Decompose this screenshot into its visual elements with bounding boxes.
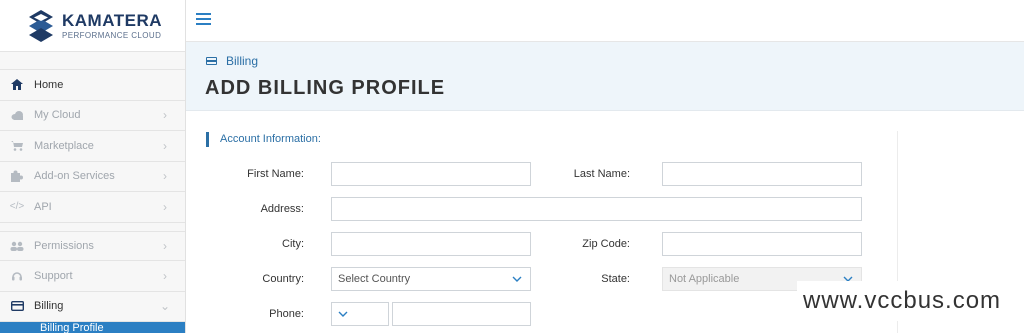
sidebar-item-permissions[interactable]: Permissions › (0, 230, 185, 261)
credit-card-icon (206, 57, 217, 65)
chevron-right-icon: › (163, 199, 167, 214)
address-label: Address: (260, 203, 304, 215)
credit-card-icon (10, 299, 24, 313)
chevron-right-icon: › (163, 268, 167, 283)
breadcrumb-label[interactable]: Billing (226, 54, 258, 68)
puzzle-icon (10, 169, 24, 183)
sidebar-item-api[interactable]: </> API › (0, 192, 185, 223)
sidebar-item-label: Support (34, 269, 73, 282)
watermark-text: www.vccbus.com (797, 281, 1024, 321)
sidebar-item-label: API (34, 200, 52, 213)
sidebar: KAMATERA PERFORMANCE CLOUD Home My Cloud… (0, 0, 186, 333)
first-name-field[interactable] (331, 162, 531, 186)
city-field[interactable] (331, 232, 531, 256)
country-select-value: Select Country (338, 273, 411, 285)
page-header: Billing ADD BILLING PROFILE (186, 42, 1024, 111)
sidebar-item-label: Home (34, 78, 64, 91)
chevron-right-icon: › (163, 108, 167, 123)
sidebar-item-billing[interactable]: Billing ⌄ (0, 291, 185, 322)
country-select[interactable]: Select Country (331, 267, 531, 291)
sidebar-item-label: Marketplace (34, 139, 94, 152)
sidebar-subitem-label: Billing Profile (40, 322, 104, 333)
chevron-down-icon (338, 303, 348, 333)
chevron-right-icon: › (163, 238, 167, 253)
users-icon (10, 239, 24, 253)
chevron-right-icon: › (163, 138, 167, 153)
section-title: Account Information: (206, 132, 321, 147)
breadcrumb: Billing (206, 54, 258, 68)
city-label: City: (282, 238, 304, 250)
headset-icon (10, 269, 24, 283)
phone-country-code-select[interactable] (331, 302, 389, 326)
chevron-down-icon: ⌄ (159, 299, 171, 314)
sidebar-item-label: Billing (34, 300, 64, 313)
kamatera-logo-icon (29, 9, 53, 42)
sidebar-item-marketplace[interactable]: Marketplace › (0, 131, 185, 162)
sidebar-item-support[interactable]: Support › (0, 261, 185, 292)
country-label: Country: (262, 273, 304, 285)
sidebar-item-label: Permissions (34, 239, 94, 252)
sidebar-item-home[interactable]: Home (0, 70, 185, 101)
state-select-value: Not Applicable (669, 273, 740, 285)
last-name-field[interactable] (662, 162, 862, 186)
home-icon (10, 78, 24, 92)
chevron-down-icon (512, 268, 522, 299)
phone-number-field[interactable] (392, 302, 531, 326)
code-icon: </> (9, 201, 25, 213)
zip-code-label: Zip Code: (582, 238, 630, 250)
sidebar-spacer (0, 52, 185, 70)
brand-tagline: PERFORMANCE CLOUD (62, 30, 162, 40)
brand-name: KAMATERA (62, 10, 163, 30)
cloud-icon (10, 108, 24, 122)
brand-logo[interactable]: KAMATERA PERFORMANCE CLOUD (0, 0, 185, 52)
sidebar-item-add-on-services[interactable]: Add-on Services › (0, 161, 185, 192)
app-window: KAMATERA PERFORMANCE CLOUD Home My Cloud… (0, 0, 1024, 333)
top-bar (186, 0, 1024, 42)
sidebar-item-label: Add-on Services (34, 170, 115, 183)
chevron-right-icon: › (163, 169, 167, 184)
cart-icon (10, 139, 24, 153)
state-label: State: (601, 273, 630, 285)
sidebar-item-label: My Cloud (34, 109, 81, 122)
phone-label: Phone: (269, 308, 304, 320)
page-title: ADD BILLING PROFILE (205, 77, 446, 99)
first-name-label: First Name: (247, 168, 304, 180)
sidebar-subitem-billing-profile[interactable]: Billing Profile (0, 322, 185, 333)
menu-toggle-icon[interactable] (196, 13, 211, 26)
zip-code-field[interactable] (662, 232, 862, 256)
address-field[interactable] (331, 197, 862, 221)
sidebar-item-my-cloud[interactable]: My Cloud › (0, 100, 185, 131)
last-name-label: Last Name: (573, 168, 630, 180)
